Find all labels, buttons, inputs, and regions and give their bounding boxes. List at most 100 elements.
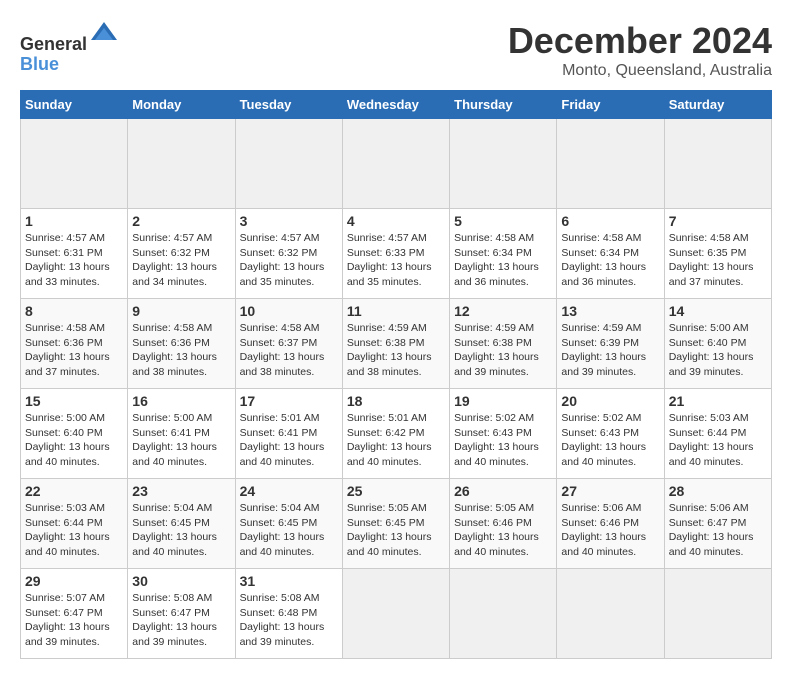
- day-of-week-header: Thursday: [450, 91, 557, 119]
- day-number: 21: [669, 393, 767, 409]
- calendar-cell: 20 Sunrise: 5:02 AM Sunset: 6:43 PM Dayli…: [557, 389, 664, 479]
- day-number: 31: [240, 573, 338, 589]
- month-title: December 2024: [508, 20, 772, 62]
- day-number: 25: [347, 483, 445, 499]
- day-info: Sunrise: 4:57 AM Sunset: 6:33 PM Dayligh…: [347, 231, 445, 290]
- calendar-cell: 3 Sunrise: 4:57 AM Sunset: 6:32 PM Daylig…: [235, 209, 342, 299]
- day-number: 3: [240, 213, 338, 229]
- day-info: Sunrise: 5:00 AM Sunset: 6:40 PM Dayligh…: [669, 321, 767, 380]
- day-number: 27: [561, 483, 659, 499]
- day-info: Sunrise: 5:08 AM Sunset: 6:47 PM Dayligh…: [132, 591, 230, 650]
- day-number: 9: [132, 303, 230, 319]
- title-area: December 2024 Monto, Queensland, Austral…: [508, 20, 772, 80]
- logo-general: General: [20, 34, 87, 54]
- day-info: Sunrise: 4:59 AM Sunset: 6:39 PM Dayligh…: [561, 321, 659, 380]
- day-number: 1: [25, 213, 123, 229]
- calendar-cell: 31 Sunrise: 5:08 AM Sunset: 6:48 PM Dayli…: [235, 569, 342, 659]
- day-info: Sunrise: 5:01 AM Sunset: 6:42 PM Dayligh…: [347, 411, 445, 470]
- calendar-cell: [21, 119, 128, 209]
- logo-blue: Blue: [20, 54, 59, 74]
- day-number: 23: [132, 483, 230, 499]
- day-of-week-header: Monday: [128, 91, 235, 119]
- calendar-cell: 16Sunrise: 5:00 AM Sunset: 6:41 PM Dayli…: [128, 389, 235, 479]
- calendar-cell: 8 Sunrise: 4:58 AM Sunset: 6:36 PM Daylig…: [21, 299, 128, 389]
- day-info: Sunrise: 4:57 AM Sunset: 6:32 PM Dayligh…: [240, 231, 338, 290]
- calendar-cell: 18Sunrise: 5:01 AM Sunset: 6:42 PM Dayli…: [342, 389, 449, 479]
- calendar-cell: 2 Sunrise: 4:57 AM Sunset: 6:32 PM Daylig…: [128, 209, 235, 299]
- day-number: 28: [669, 483, 767, 499]
- day-of-week-header: Friday: [557, 91, 664, 119]
- calendar-cell: 13 Sunrise: 4:59 AM Sunset: 6:39 PM Dayli…: [557, 299, 664, 389]
- calendar-cell: [664, 119, 771, 209]
- day-info: Sunrise: 5:02 AM Sunset: 6:43 PM Dayligh…: [561, 411, 659, 470]
- calendar-cell: 22 Sunrise: 5:03 AM Sunset: 6:44 PM Dayli…: [21, 479, 128, 569]
- calendar-cell: [128, 119, 235, 209]
- calendar-cell: 28Sunrise: 5:06 AM Sunset: 6:47 PM Dayli…: [664, 479, 771, 569]
- calendar-week-row: [21, 119, 772, 209]
- calendar-cell: [557, 119, 664, 209]
- day-of-week-header: Saturday: [664, 91, 771, 119]
- calendar-cell: 10 Sunrise: 4:58 AM Sunset: 6:37 PM Dayli…: [235, 299, 342, 389]
- day-info: Sunrise: 5:06 AM Sunset: 6:46 PM Dayligh…: [561, 501, 659, 560]
- logo-icon: [89, 20, 119, 50]
- day-of-week-header: Tuesday: [235, 91, 342, 119]
- day-number: 22: [25, 483, 123, 499]
- day-info: Sunrise: 4:58 AM Sunset: 6:35 PM Dayligh…: [669, 231, 767, 290]
- calendar-week-row: 1 Sunrise: 4:57 AM Sunset: 6:31 PM Daylig…: [21, 209, 772, 299]
- calendar-cell: 27 Sunrise: 5:06 AM Sunset: 6:46 PM Dayli…: [557, 479, 664, 569]
- day-info: Sunrise: 4:58 AM Sunset: 6:36 PM Dayligh…: [25, 321, 123, 380]
- calendar-week-row: 22 Sunrise: 5:03 AM Sunset: 6:44 PM Dayli…: [21, 479, 772, 569]
- day-info: Sunrise: 5:00 AM Sunset: 6:40 PM Dayligh…: [25, 411, 123, 470]
- day-number: 6: [561, 213, 659, 229]
- day-info: Sunrise: 4:57 AM Sunset: 6:31 PM Dayligh…: [25, 231, 123, 290]
- logo: General Blue: [20, 20, 119, 75]
- day-number: 15: [25, 393, 123, 409]
- calendar-cell: 30 Sunrise: 5:08 AM Sunset: 6:47 PM Dayli…: [128, 569, 235, 659]
- day-info: Sunrise: 5:05 AM Sunset: 6:46 PM Dayligh…: [454, 501, 552, 560]
- day-info: Sunrise: 5:01 AM Sunset: 6:41 PM Dayligh…: [240, 411, 338, 470]
- location-title: Monto, Queensland, Australia: [508, 62, 772, 80]
- day-number: 12: [454, 303, 552, 319]
- calendar-header-row: SundayMondayTuesdayWednesdayThursdayFrid…: [21, 91, 772, 119]
- day-info: Sunrise: 4:58 AM Sunset: 6:37 PM Dayligh…: [240, 321, 338, 380]
- calendar-cell: 11 Sunrise: 4:59 AM Sunset: 6:38 PM Dayli…: [342, 299, 449, 389]
- day-number: 13: [561, 303, 659, 319]
- day-info: Sunrise: 4:57 AM Sunset: 6:32 PM Dayligh…: [132, 231, 230, 290]
- day-info: Sunrise: 5:04 AM Sunset: 6:45 PM Dayligh…: [132, 501, 230, 560]
- day-number: 16: [132, 393, 230, 409]
- day-number: 20: [561, 393, 659, 409]
- day-number: 26: [454, 483, 552, 499]
- calendar-cell: [342, 569, 449, 659]
- day-info: Sunrise: 4:58 AM Sunset: 6:34 PM Dayligh…: [454, 231, 552, 290]
- day-info: Sunrise: 5:07 AM Sunset: 6:47 PM Dayligh…: [25, 591, 123, 650]
- day-number: 30: [132, 573, 230, 589]
- calendar-cell: [342, 119, 449, 209]
- day-info: Sunrise: 5:03 AM Sunset: 6:44 PM Dayligh…: [25, 501, 123, 560]
- calendar-week-row: 15 Sunrise: 5:00 AM Sunset: 6:40 PM Dayli…: [21, 389, 772, 479]
- day-info: Sunrise: 4:59 AM Sunset: 6:38 PM Dayligh…: [347, 321, 445, 380]
- day-info: Sunrise: 4:58 AM Sunset: 6:36 PM Dayligh…: [132, 321, 230, 380]
- day-info: Sunrise: 5:04 AM Sunset: 6:45 PM Dayligh…: [240, 501, 338, 560]
- day-number: 11: [347, 303, 445, 319]
- day-info: Sunrise: 5:05 AM Sunset: 6:45 PM Dayligh…: [347, 501, 445, 560]
- day-number: 2: [132, 213, 230, 229]
- day-number: 7: [669, 213, 767, 229]
- calendar-cell: 4 Sunrise: 4:57 AM Sunset: 6:33 PM Daylig…: [342, 209, 449, 299]
- calendar-cell: 21Sunrise: 5:03 AM Sunset: 6:44 PM Dayli…: [664, 389, 771, 479]
- calendar-cell: [235, 119, 342, 209]
- calendar-cell: 9 Sunrise: 4:58 AM Sunset: 6:36 PM Daylig…: [128, 299, 235, 389]
- day-number: 4: [347, 213, 445, 229]
- header: General Blue December 2024 Monto, Queens…: [20, 20, 772, 80]
- calendar-week-row: 8 Sunrise: 4:58 AM Sunset: 6:36 PM Daylig…: [21, 299, 772, 389]
- day-number: 8: [25, 303, 123, 319]
- calendar-cell: 25 Sunrise: 5:05 AM Sunset: 6:45 PM Dayli…: [342, 479, 449, 569]
- calendar-cell: [450, 569, 557, 659]
- day-info: Sunrise: 5:08 AM Sunset: 6:48 PM Dayligh…: [240, 591, 338, 650]
- calendar-cell: 14Sunrise: 5:00 AM Sunset: 6:40 PM Dayli…: [664, 299, 771, 389]
- day-number: 10: [240, 303, 338, 319]
- day-number: 17: [240, 393, 338, 409]
- calendar-cell: 19Sunrise: 5:02 AM Sunset: 6:43 PM Dayli…: [450, 389, 557, 479]
- day-of-week-header: Sunday: [21, 91, 128, 119]
- calendar-cell: 24Sunrise: 5:04 AM Sunset: 6:45 PM Dayli…: [235, 479, 342, 569]
- calendar-cell: 15 Sunrise: 5:00 AM Sunset: 6:40 PM Dayli…: [21, 389, 128, 479]
